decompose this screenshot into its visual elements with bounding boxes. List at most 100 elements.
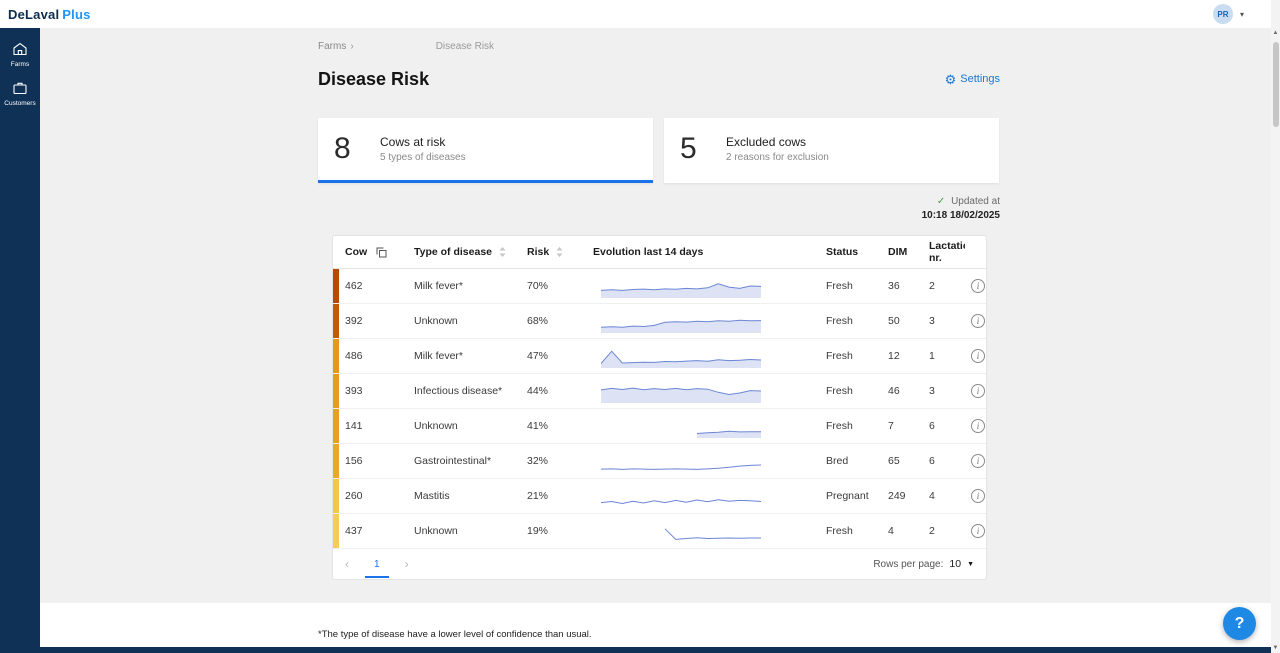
status-value: Fresh — [820, 315, 882, 327]
scrollbar-thumb[interactable] — [1273, 42, 1279, 127]
chevron-down-icon[interactable]: ▾ — [1240, 10, 1244, 19]
rows-per-page-value: 10 — [949, 558, 961, 570]
col-disease[interactable]: Type of disease — [414, 246, 492, 258]
info-icon[interactable]: i — [971, 314, 985, 328]
info-icon[interactable]: i — [971, 349, 985, 363]
card-subtitle: 2 reasons for exclusion — [726, 152, 829, 163]
evolution-sparkline — [587, 518, 820, 544]
risk-value: 41% — [521, 420, 587, 432]
risk-table: Cow Type of disease — [332, 235, 987, 580]
lactation-value: 2 — [923, 280, 965, 292]
sidebar-item-farms[interactable]: Farms — [0, 36, 40, 75]
table-header: Cow Type of disease — [333, 236, 986, 269]
status-value: Bred — [820, 455, 882, 467]
scrollbar[interactable]: ▲ ▼ — [1271, 0, 1280, 653]
page-number[interactable]: 1 — [365, 554, 389, 575]
cow-id: 156 — [339, 455, 408, 467]
evolution-sparkline — [587, 413, 820, 439]
lactation-value: 3 — [923, 385, 965, 397]
breadcrumb-current: Disease Risk — [436, 41, 494, 52]
evolution-sparkline — [587, 308, 820, 334]
help-button[interactable]: ? — [1223, 607, 1256, 640]
dim-value: 249 — [882, 490, 923, 502]
brand-primary: DeLaval — [8, 7, 59, 22]
cow-id: 486 — [339, 350, 408, 362]
sort-icon[interactable] — [499, 247, 506, 257]
risk-value: 21% — [521, 490, 587, 502]
card-excluded-cows[interactable]: 5 Excluded cows 2 reasons for exclusion — [664, 118, 999, 183]
info-icon[interactable]: i — [971, 384, 985, 398]
farms-icon — [12, 42, 28, 58]
settings-button[interactable]: ⚙ Settings — [945, 73, 1000, 86]
rows-per-page[interactable]: Rows per page: 10 ▼ — [873, 558, 974, 570]
settings-label: Settings — [960, 73, 1000, 85]
risk-value: 68% — [521, 315, 587, 327]
caret-down-icon: ▼ — [967, 561, 974, 568]
disease-type: Infectious disease* — [408, 385, 521, 397]
sidebar-item-customers[interactable]: Customers — [0, 75, 40, 114]
table-row[interactable]: 462 Milk fever* 70% Fresh 36 2 i — [333, 269, 986, 304]
cow-id: 393 — [339, 385, 408, 397]
brand-secondary: Plus — [62, 7, 90, 22]
info-icon[interactable]: i — [971, 419, 985, 433]
avatar[interactable]: PR — [1213, 4, 1233, 24]
card-value: 5 — [680, 132, 714, 166]
card-cows-at-risk[interactable]: 8 Cows at risk 5 types of diseases — [318, 118, 653, 183]
disease-type: Gastrointestinal* — [408, 455, 521, 467]
top-bar: DeLavalPlus PR ▾ — [0, 0, 1280, 28]
pagination: ‹ 1 › Rows per page: 10 ▼ — [333, 549, 986, 579]
card-title: Excluded cows — [726, 135, 829, 149]
card-subtitle: 5 types of diseases — [380, 152, 466, 163]
col-lactation: Lactation nr. — [929, 240, 965, 264]
info-icon[interactable]: i — [971, 489, 985, 503]
updated-timestamp: 10:18 18/02/2025 — [318, 210, 1000, 221]
cow-id: 462 — [339, 280, 408, 292]
sort-icon[interactable] — [556, 247, 563, 257]
disease-type: Milk fever* — [408, 280, 521, 292]
table-row[interactable]: 486 Milk fever* 47% Fresh 12 1 i — [333, 339, 986, 374]
table-row[interactable]: 141 Unknown 41% Fresh 7 6 i — [333, 409, 986, 444]
copy-icon[interactable] — [376, 247, 387, 258]
dim-value: 12 — [882, 350, 923, 362]
rows-per-page-label: Rows per page: — [873, 559, 943, 570]
page-title: Disease Risk — [318, 69, 429, 90]
table-row[interactable]: 260 Mastitis 21% Pregnant 249 4 i — [333, 479, 986, 514]
info-icon[interactable]: i — [971, 524, 985, 538]
next-page-icon[interactable]: › — [401, 557, 413, 571]
disease-type: Unknown — [408, 315, 521, 327]
lactation-value: 6 — [923, 420, 965, 432]
status-value: Fresh — [820, 525, 882, 537]
table-row[interactable]: 156 Gastrointestinal* 32% Bred 65 6 i — [333, 444, 986, 479]
risk-value: 47% — [521, 350, 587, 362]
info-icon[interactable]: i — [971, 454, 985, 468]
user-menu[interactable]: PR ▾ — [1213, 4, 1244, 24]
table-row[interactable]: 393 Infectious disease* 44% Fresh 46 3 i — [333, 374, 986, 409]
disease-type: Unknown — [408, 525, 521, 537]
dim-value: 65 — [882, 455, 923, 467]
disease-type: Milk fever* — [408, 350, 521, 362]
prev-page-icon[interactable]: ‹ — [341, 557, 353, 571]
info-icon[interactable]: i — [971, 279, 985, 293]
dim-value: 36 — [882, 280, 923, 292]
scroll-down-icon[interactable]: ▼ — [1271, 645, 1280, 651]
table-body: 462 Milk fever* 70% Fresh 36 2 i 392 Unk… — [333, 269, 986, 549]
breadcrumb-farms[interactable]: Farms — [318, 41, 346, 52]
risk-value: 44% — [521, 385, 587, 397]
col-status: Status — [826, 246, 858, 258]
status-value: Fresh — [820, 280, 882, 292]
lactation-value: 1 — [923, 350, 965, 362]
table-row[interactable]: 437 Unknown 19% Fresh 4 2 i — [333, 514, 986, 549]
chevron-right-icon: › — [350, 41, 353, 52]
dim-value: 4 — [882, 525, 923, 537]
scroll-up-icon[interactable]: ▲ — [1271, 30, 1280, 36]
summary-cards: 8 Cows at risk 5 types of diseases 5 Exc… — [318, 118, 1000, 183]
col-risk[interactable]: Risk — [527, 246, 549, 258]
brand-logo[interactable]: DeLavalPlus — [8, 7, 91, 22]
status-value: Pregnant — [820, 490, 882, 502]
disease-type: Mastitis — [408, 490, 521, 502]
main-area: Farms › Disease Risk Disease Risk ⚙ Sett… — [40, 28, 1280, 653]
card-title: Cows at risk — [380, 135, 466, 149]
lactation-value: 2 — [923, 525, 965, 537]
footnote: *The type of disease have a lower level … — [318, 629, 592, 640]
table-row[interactable]: 392 Unknown 68% Fresh 50 3 i — [333, 304, 986, 339]
